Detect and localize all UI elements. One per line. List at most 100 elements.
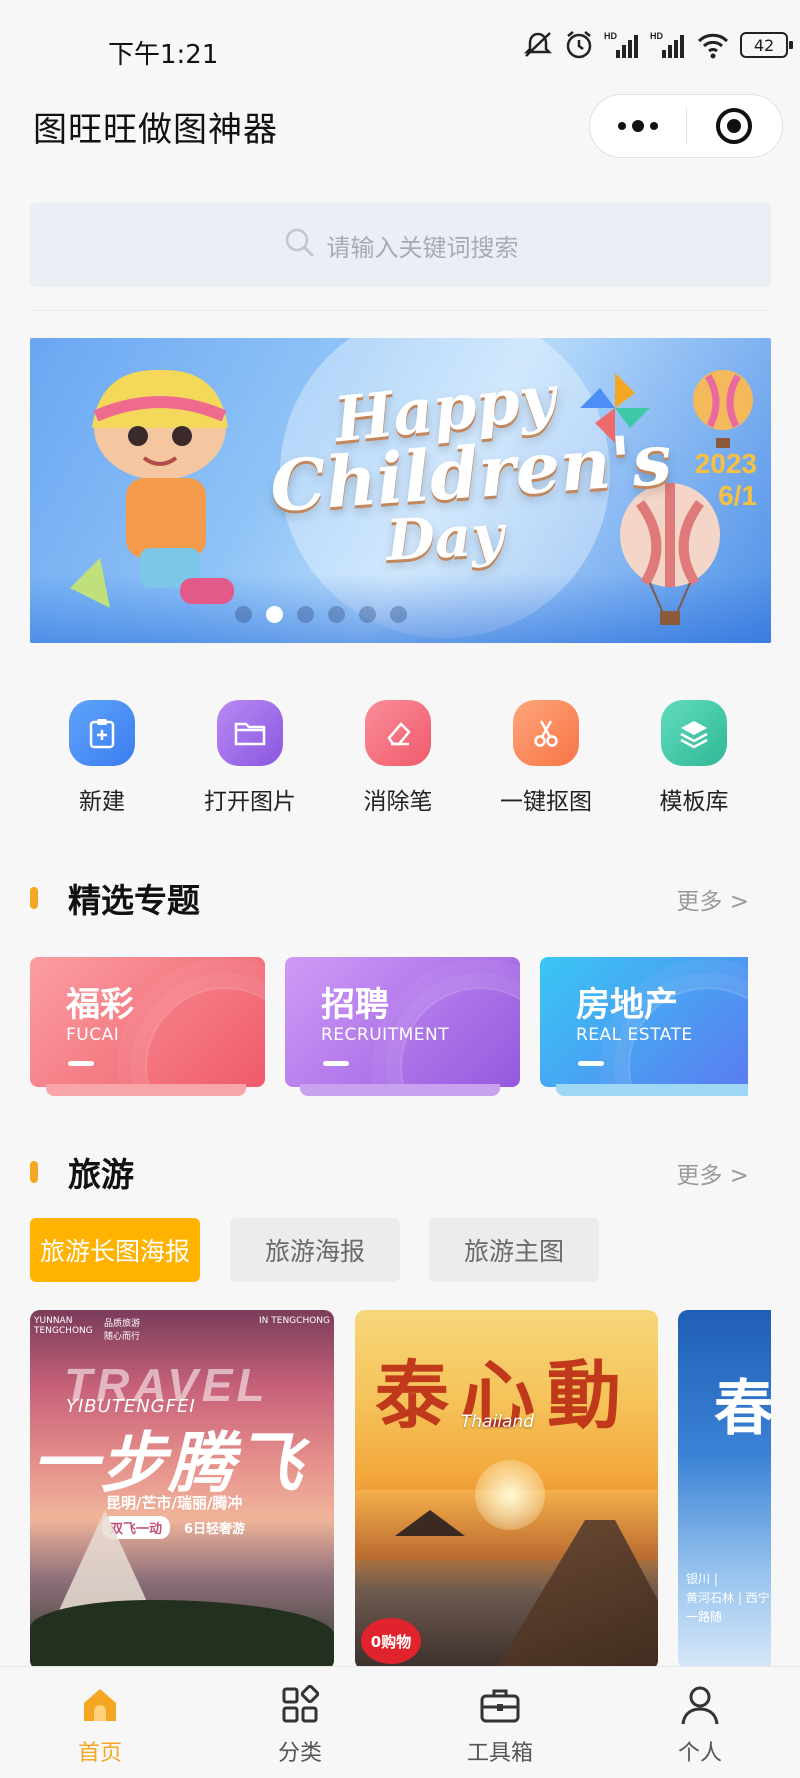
poster-card-spring[interactable]: 春 银川 | 黄河石林 | 西宁 | 青 一路随 <box>678 1310 771 1670</box>
status-icons: HD HD 42 <box>522 30 793 60</box>
small-balloon-illustration <box>693 370 753 448</box>
signal-hd-label: HD <box>650 31 663 41</box>
status-time: 下午1:21 <box>108 40 219 70</box>
eraser-icon <box>365 700 431 766</box>
home-icon <box>40 1681 160 1729</box>
tool-template-library[interactable]: 模板库 <box>624 700 764 816</box>
topic-dash <box>323 1061 349 1066</box>
topic-card-recruitment[interactable]: 招聘 RECRUITMENT <box>285 957 520 1087</box>
carousel-dot[interactable] <box>358 606 376 623</box>
poster-en: Thailand <box>461 1412 535 1432</box>
topic-decor <box>145 987 265 1087</box>
topic-subtitle: FUCAI <box>66 1025 120 1045</box>
tab-travel-poster[interactable]: 旅游海报 <box>230 1218 400 1282</box>
bottom-tab-bar: 首页 分类 工具箱 个人 <box>0 1666 800 1778</box>
banner-carousel[interactable]: Happy Children's Day 2023 6/1 <box>30 338 771 643</box>
nav-home[interactable]: 首页 <box>40 1681 160 1767</box>
scissors-icon <box>513 700 579 766</box>
poster-big-cn: 春 <box>714 1374 771 1444</box>
signal-hd-icon: HD <box>604 30 640 60</box>
banner-child-illustration <box>70 369 234 608</box>
tool-eraser[interactable]: 消除笔 <box>328 700 468 816</box>
topic-subtitle: REAL ESTATE <box>576 1025 693 1045</box>
user-icon <box>640 1681 760 1729</box>
topic-dash <box>578 1061 604 1066</box>
travel-section-header: 旅游 更多 > <box>30 1148 771 1198</box>
toolbox-icon <box>440 1681 560 1729</box>
signal-hd-icon: HD <box>650 30 686 60</box>
travel-more-link[interactable]: 更多 > <box>676 1156 749 1190</box>
poster-card-thailand[interactable]: 泰心動 Thailand 0购物 <box>355 1310 658 1670</box>
poster-tag: 6日轻奢游 <box>184 1522 246 1537</box>
carousel-dot[interactable] <box>234 606 252 623</box>
topic-title: 福彩 <box>66 985 134 1025</box>
banner-headline: Happy Children's Day <box>267 361 674 574</box>
poster-card-travel[interactable]: YUNNAN TENGCHONG 品质旅游 随心而行 IN TENGCHONG … <box>30 1310 334 1670</box>
topic-card-fucai[interactable]: 福彩 FUCAI <box>30 957 265 1087</box>
poster-corner-text: YUNNAN TENGCHONG <box>34 1316 93 1336</box>
nav-category[interactable]: 分类 <box>240 1681 360 1767</box>
topic-title: 房地产 <box>576 985 678 1025</box>
carousel-dot-active[interactable] <box>265 606 283 623</box>
nav-profile[interactable]: 个人 <box>640 1681 760 1767</box>
featured-section-header: 精选专题 更多 > <box>30 874 771 924</box>
tool-label: 打开图片 <box>204 789 296 815</box>
nav-label: 个人 <box>677 1741 722 1766</box>
banner-day: 6/1 <box>718 480 757 512</box>
topic-card-shadow <box>46 1084 246 1096</box>
tool-label: 模板库 <box>659 789 729 815</box>
search-icon <box>283 226 315 264</box>
quick-tools: 新建 打开图片 消除笔 一键抠图 模板库 <box>30 700 771 820</box>
mute-icon <box>522 30 554 60</box>
open-folder-icon <box>217 700 283 766</box>
poster-sun-shape <box>475 1460 545 1530</box>
carousel-dot[interactable] <box>296 606 314 623</box>
featured-more-link[interactable]: 更多 > <box>676 882 749 916</box>
tool-new[interactable]: 新建 <box>32 700 172 816</box>
nav-label: 工具箱 <box>466 1741 533 1766</box>
category-grid-icon <box>240 1681 360 1729</box>
tool-label: 消除笔 <box>363 789 433 815</box>
wifi-icon <box>696 30 730 60</box>
topic-card-shadow <box>556 1084 748 1096</box>
new-clipboard-icon <box>69 700 135 766</box>
banner-date: 2023 6/1 <box>695 448 757 512</box>
tool-cutout[interactable]: 一键抠图 <box>476 700 616 816</box>
section-accent-bar <box>30 887 38 909</box>
topic-subtitle: RECRUITMENT <box>321 1025 450 1045</box>
tab-travel-main-image[interactable]: 旅游主图 <box>429 1218 599 1282</box>
topic-title: 招聘 <box>321 985 389 1025</box>
capsule-menu <box>589 94 783 158</box>
poster-small-text: 银川 | 黄河石林 | 西宁 | 青 一路随 <box>686 1572 770 1625</box>
tool-label: 新建 <box>79 789 125 815</box>
record-circle-icon[interactable] <box>687 94 783 158</box>
poster-badge: 0购物 <box>361 1618 421 1664</box>
signal-hd-label: HD <box>604 31 617 41</box>
search-placeholder: 请输入关键词搜索 <box>326 233 519 262</box>
app-title: 图旺旺做图神器 <box>33 110 278 150</box>
status-bar: 下午1:21 HD HD 42 <box>0 0 800 100</box>
mini-program-page: 下午1:21 HD HD 42 图旺旺做图神器 请输入关键词搜索 Happy C… <box>0 0 800 1778</box>
topic-dash <box>68 1061 94 1066</box>
more-dots-icon[interactable] <box>590 94 686 158</box>
featured-title: 精选专题 <box>68 881 200 920</box>
banner-year: 2023 <box>694 448 757 479</box>
travel-title: 旅游 <box>68 1155 134 1194</box>
battery-icon: 42 <box>740 30 793 60</box>
battery-level: 42 <box>740 32 793 58</box>
tab-travel-long-poster[interactable]: 旅游长图海报 <box>30 1218 200 1282</box>
tool-label: 一键抠图 <box>500 789 592 815</box>
carousel-dot[interactable] <box>327 606 345 623</box>
carousel-dots <box>30 606 771 623</box>
nav-label: 首页 <box>77 1741 122 1766</box>
tool-open-image[interactable]: 打开图片 <box>180 700 320 816</box>
topic-card-shadow <box>300 1084 500 1096</box>
search-input[interactable]: 请输入关键词搜索 <box>30 203 771 287</box>
carousel-dot[interactable] <box>389 606 407 623</box>
nav-label: 分类 <box>277 1741 322 1766</box>
header-divider <box>30 310 771 311</box>
nav-toolbox[interactable]: 工具箱 <box>440 1681 560 1767</box>
topic-card-real-estate[interactable]: 房地产 REAL ESTATE <box>540 957 748 1087</box>
poster-corner-text: IN TENGCHONG <box>259 1316 330 1326</box>
poster-forest-shape <box>30 1600 334 1670</box>
